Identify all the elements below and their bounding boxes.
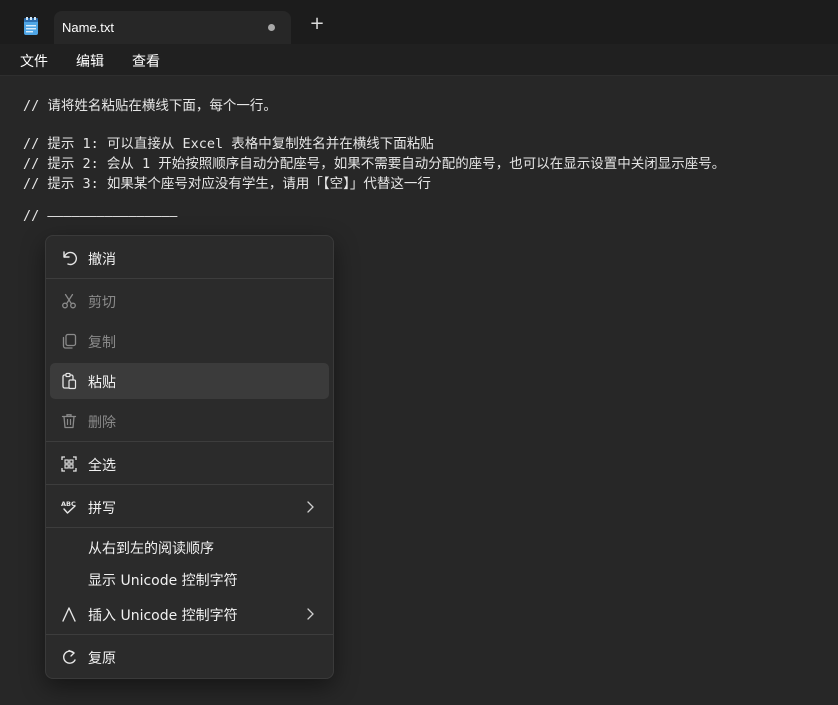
- cut-label: 剪切: [88, 295, 116, 311]
- copy-menu-item[interactable]: 复制: [50, 323, 329, 359]
- select-all-icon: [61, 456, 77, 472]
- undo-icon: [63, 251, 78, 266]
- editor-line-7: // ————————————————: [23, 208, 178, 224]
- paste-label: 粘贴: [88, 375, 116, 391]
- clipboard-icon: [62, 372, 77, 390]
- tab-title: Name.txt: [62, 20, 115, 35]
- title-bar: Name.txt +: [0, 0, 838, 44]
- insert-unicode-menu-item[interactable]: 插入 Unicode 控制字符: [50, 596, 329, 632]
- menu-bar: 文件 编辑 查看: [0, 44, 838, 76]
- chevron-right-icon: [307, 501, 314, 513]
- show-unicode-menu-item[interactable]: 显示 Unicode 控制字符: [50, 561, 329, 597]
- paste-menu-item[interactable]: 粘贴: [50, 363, 329, 399]
- menu-separator: [46, 527, 333, 528]
- insert-unicode-label: 插入 Unicode 控制字符: [88, 608, 238, 624]
- menu-separator: [46, 634, 333, 635]
- undo-label: 撤消: [88, 252, 116, 268]
- tab-name-txt[interactable]: Name.txt: [54, 11, 291, 44]
- spelling-menu-item[interactable]: ABC 拼写: [50, 489, 329, 525]
- select-all-label: 全选: [88, 458, 116, 474]
- delete-label: 删除: [88, 415, 116, 431]
- spellcheck-icon: ABC: [61, 500, 76, 514]
- reconvert-label: 复原: [88, 651, 116, 667]
- select-all-menu-item[interactable]: 全选: [50, 446, 329, 482]
- reconvert-menu-item[interactable]: 复原: [50, 639, 329, 675]
- reconvert-icon: [63, 649, 76, 664]
- chevron-right-icon: [307, 608, 314, 620]
- editor-line-4: // 提示 2: 会从 1 开始按照顺序自动分配座号，如果不需要自动分配的座号，…: [23, 156, 726, 172]
- menu-separator: [46, 441, 333, 442]
- new-tab-button[interactable]: +: [306, 13, 328, 35]
- rtl-reading-menu-item[interactable]: 从右到左的阅读顺序: [50, 529, 329, 565]
- menu-separator: [46, 278, 333, 279]
- context-menu: 撤消 剪切 复制 粘贴 删除 全选 ABC 拼写 从右到左的阅读顺序 显示 Un…: [45, 235, 334, 679]
- copy-icon: [62, 333, 77, 349]
- menu-view[interactable]: 查看: [132, 51, 160, 71]
- copy-label: 复制: [88, 335, 116, 351]
- notepad-icon[interactable]: [18, 14, 44, 40]
- show-unicode-label: 显示 Unicode 控制字符: [88, 573, 238, 589]
- scissors-icon: [62, 293, 76, 309]
- editor-line-1: // 请将姓名粘贴在横线下面，每个一行。: [23, 98, 277, 114]
- spelling-label: 拼写: [88, 501, 116, 517]
- trash-icon: [61, 414, 77, 429]
- rtl-reading-label: 从右到左的阅读顺序: [88, 541, 214, 557]
- menu-separator: [46, 484, 333, 485]
- menu-edit[interactable]: 编辑: [76, 51, 104, 71]
- editor-line-5: // 提示 3: 如果某个座号对应没有学生，请用「【空】」代替这一行: [23, 176, 431, 192]
- editor-line-3: // 提示 1: 可以直接从 Excel 表格中复制姓名并在横线下面粘贴: [23, 136, 434, 152]
- undo-menu-item[interactable]: 撤消: [50, 240, 329, 276]
- unsaved-dot-icon[interactable]: [268, 24, 275, 31]
- delete-menu-item[interactable]: 删除: [50, 403, 329, 439]
- menu-file[interactable]: 文件: [20, 51, 48, 71]
- cut-menu-item[interactable]: 剪切: [50, 283, 329, 319]
- caret-icon: [62, 607, 76, 622]
